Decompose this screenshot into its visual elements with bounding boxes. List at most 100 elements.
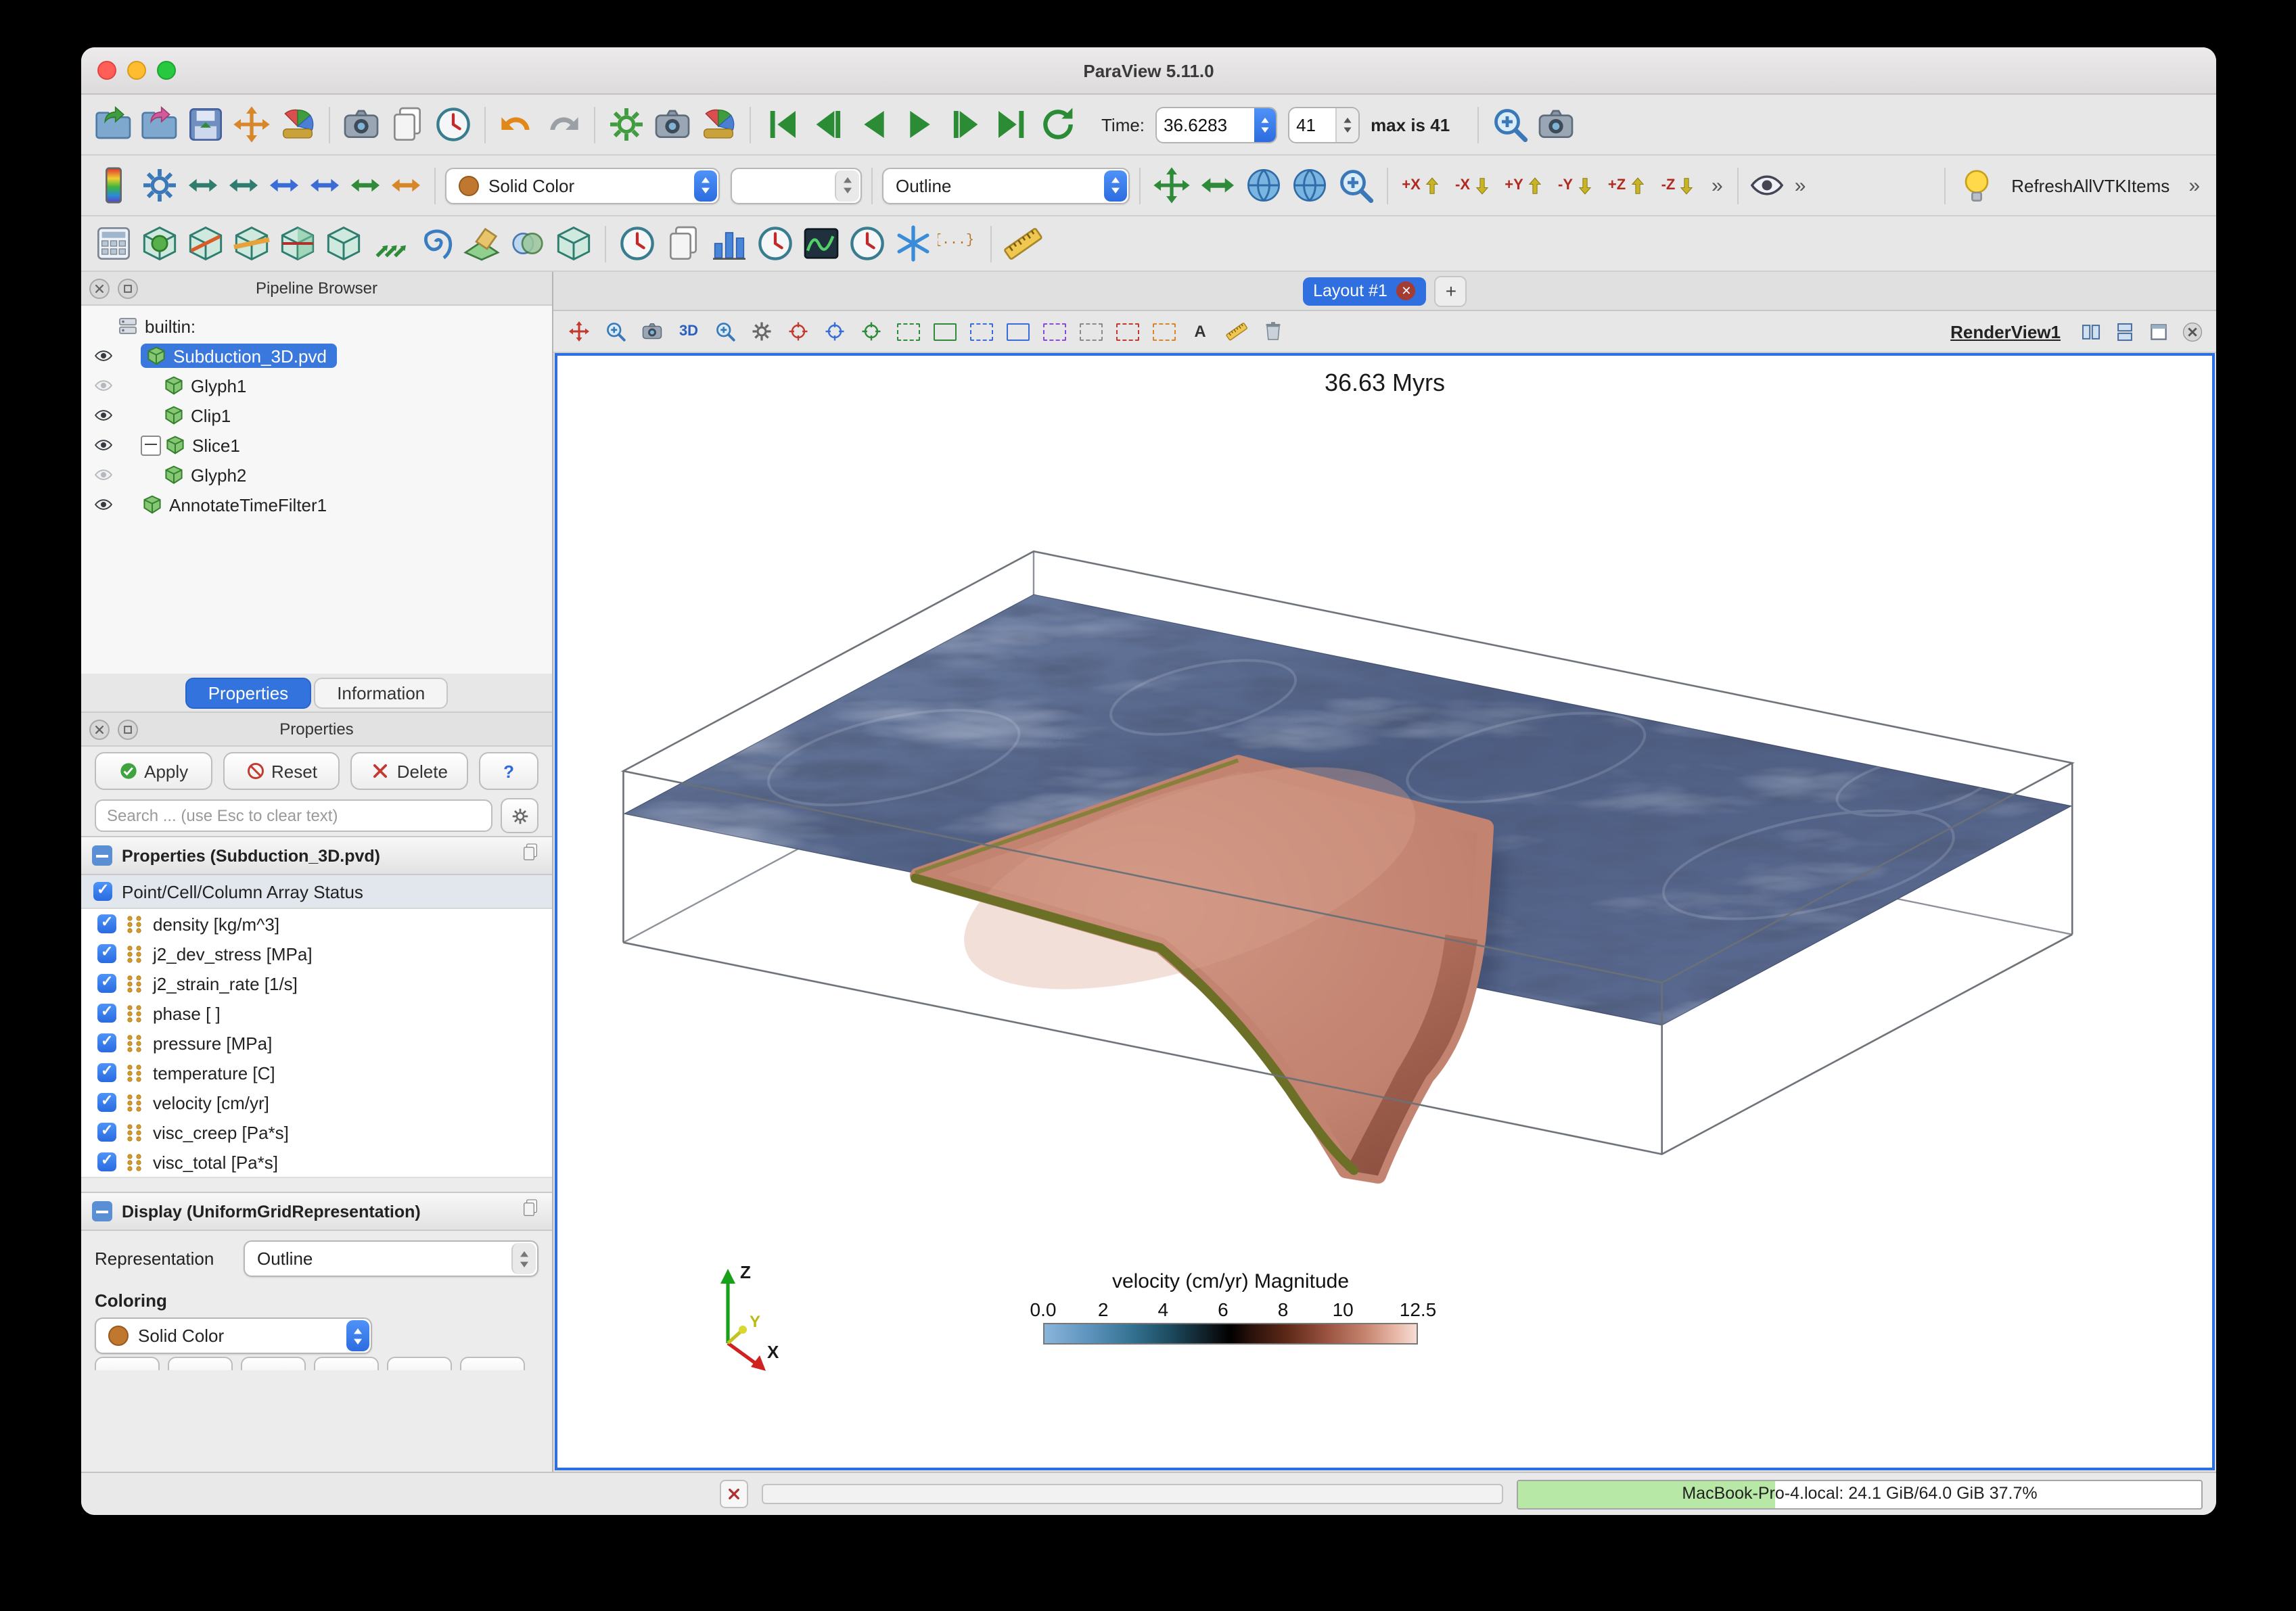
glyph-filter-icon[interactable] <box>368 222 411 265</box>
add-annotation-icon[interactable]: A <box>1184 315 1216 348</box>
zoom-to-box-icon[interactable] <box>709 315 741 348</box>
vcr-previous-frame-icon[interactable] <box>806 103 850 146</box>
contour-filter-icon[interactable] <box>138 222 181 265</box>
spreadsheet-calculator-icon[interactable] <box>92 222 135 265</box>
export-scene-icon[interactable] <box>230 103 273 146</box>
close-view-button[interactable] <box>2177 317 2207 346</box>
array-checkbox[interactable] <box>97 1121 116 1142</box>
plot-over-line-icon[interactable] <box>662 222 705 265</box>
rescale-temporal-icon[interactable] <box>265 166 303 204</box>
colormap-combobox[interactable]: Solid Color <box>445 167 720 204</box>
adjust-camera-icon[interactable] <box>745 315 778 348</box>
rescale-range-icon[interactable] <box>387 166 425 204</box>
camera-settings-icon[interactable] <box>651 103 694 146</box>
camera-minus-x-button[interactable]: -X <box>1449 164 1498 207</box>
array-checkbox[interactable] <box>97 1151 116 1171</box>
tab-properties[interactable]: Properties <box>185 677 312 708</box>
display-section[interactable]: Display (UniformGridRepresentation) <box>81 1192 552 1231</box>
frame-spinbox[interactable] <box>1288 106 1360 143</box>
visibility-eye-icon[interactable] <box>89 407 116 423</box>
glyph-snowflake-icon[interactable] <box>892 222 935 265</box>
array-checkbox[interactable] <box>97 913 116 933</box>
colormap-combobox-stepper[interactable] <box>694 170 717 201</box>
array-row-visc-total[interactable]: visc_total [Pa*s] <box>81 1147 552 1178</box>
color-palette-fan-icon[interactable] <box>276 103 319 146</box>
chevron-more-icon[interactable]: » <box>1789 174 1812 197</box>
tab-layout-1[interactable]: Layout #1 ✕ <box>1302 277 1427 305</box>
refresh-macro-button[interactable]: RefreshAllVTKItems <box>2000 170 2180 201</box>
visibility-eye-icon[interactable] <box>89 467 116 483</box>
pipeline-item-clip1[interactable]: Clip1 <box>81 400 552 430</box>
reset-center-icon[interactable] <box>855 315 888 348</box>
rescale-all-icon[interactable] <box>346 166 384 204</box>
select-block-icon[interactable] <box>1038 315 1070 348</box>
plot-data-icon[interactable] <box>800 222 843 265</box>
show-center-axes-icon[interactable] <box>782 315 814 348</box>
representation-select[interactable]: Outline <box>244 1240 538 1277</box>
properties-scroll[interactable]: Properties (Subduction_3D.pvd) Point/Cel… <box>81 836 552 1472</box>
select-cells-rectangle-icon[interactable] <box>892 315 924 348</box>
group-datasets-icon[interactable] <box>506 222 549 265</box>
chevron-more-icon[interactable]: » <box>2183 174 2205 197</box>
array-row-temperature[interactable]: temperature [C] <box>81 1058 552 1088</box>
toggle-2d3d-button[interactable]: 3D <box>672 315 705 348</box>
select-points-polygon-icon[interactable] <box>1001 315 1034 348</box>
programmable-filter-icon[interactable]: {...} <box>938 222 981 265</box>
array-row-j2-strain-rate[interactable]: j2_strain_rate [1/s] <box>81 968 552 998</box>
zoom-to-selection-icon[interactable] <box>1488 103 1531 146</box>
camera-plus-y-button[interactable]: +Y <box>1500 164 1549 207</box>
pipeline-item-glyph1[interactable]: Glyph1 <box>81 371 552 400</box>
source-properties-section[interactable]: Properties (Subduction_3D.pvd) <box>81 836 552 875</box>
array-row-j2-dev-stress[interactable]: j2_dev_stress [MPa] <box>81 939 552 968</box>
hover-cells-icon[interactable] <box>1147 315 1180 348</box>
auto-apply-icon[interactable] <box>605 103 648 146</box>
visibility-eye-icon[interactable] <box>89 437 116 453</box>
colormap-gradient-icon[interactable] <box>92 164 135 207</box>
save-animation-icon[interactable] <box>386 103 429 146</box>
pipeline-item-subduction[interactable]: Subduction_3D.pvd <box>81 341 552 371</box>
vcr-first-frame-icon[interactable] <box>760 103 804 146</box>
rescale-custom-icon[interactable] <box>225 166 262 204</box>
plot-over-time-icon[interactable] <box>754 222 797 265</box>
vcr-play-icon[interactable] <box>898 103 942 146</box>
camera-minus-z-button[interactable]: -Z <box>1655 164 1703 207</box>
pipeline-item-annotatetime[interactable]: AnnotateTimeFilter1 <box>81 490 552 519</box>
render-view-name[interactable]: RenderView1 <box>1939 321 2071 342</box>
extract-block-icon[interactable] <box>552 222 595 265</box>
array-row-visc-creep[interactable]: visc_creep [Pa*s] <box>81 1117 552 1147</box>
zoom-box-icon[interactable] <box>1334 164 1377 207</box>
search-input[interactable] <box>95 799 492 832</box>
color-legend[interactable]: velocity (cm/yr) Magnitude 0.0 2 4 6 8 1… <box>1030 1270 1436 1345</box>
temporal-snap-icon[interactable] <box>846 222 889 265</box>
close-tab-icon[interactable]: ✕ <box>1396 281 1416 300</box>
abort-progress-button[interactable] <box>720 1480 748 1508</box>
tab-information[interactable]: Information <box>314 677 449 708</box>
visibility-eye-icon[interactable] <box>89 496 116 513</box>
collapse-expander-icon[interactable] <box>141 435 161 455</box>
select-points-rectangle-icon[interactable] <box>928 315 961 348</box>
array-checkbox[interactable] <box>97 1002 116 1023</box>
camera-plus-z-button[interactable]: +Z <box>1603 164 1652 207</box>
interactive-select-cells-icon[interactable] <box>1074 315 1107 348</box>
visibility-eye-icon[interactable] <box>89 348 116 364</box>
delete-button[interactable]: Delete <box>350 752 469 790</box>
measure-tool-icon[interactable] <box>1220 315 1253 348</box>
slice-filter-icon[interactable] <box>230 222 273 265</box>
array-checkbox[interactable] <box>97 1062 116 1082</box>
zoom-to-data-icon[interactable] <box>1196 164 1239 207</box>
representation-combobox-stepper[interactable] <box>1104 170 1127 201</box>
component-combobox-stepper[interactable] <box>835 170 859 201</box>
rescale-to-data-icon[interactable] <box>184 166 222 204</box>
vcr-loop-icon[interactable] <box>1036 103 1080 146</box>
array-checkbox[interactable] <box>97 1032 116 1052</box>
toggle-eye-icon[interactable] <box>1749 166 1787 204</box>
globe-icon[interactable] <box>1242 164 1285 207</box>
globe-axes-icon[interactable] <box>1288 164 1331 207</box>
capture-view-icon[interactable] <box>636 315 668 348</box>
array-status-checkbox[interactable] <box>93 881 112 901</box>
light-bulb-icon[interactable] <box>1954 164 1998 207</box>
pipeline-item-glyph2[interactable]: Glyph2 <box>81 460 552 490</box>
threshold-filter-icon[interactable] <box>276 222 319 265</box>
split-vertical-button[interactable] <box>2109 317 2139 346</box>
warp-by-vector-icon[interactable] <box>460 222 503 265</box>
